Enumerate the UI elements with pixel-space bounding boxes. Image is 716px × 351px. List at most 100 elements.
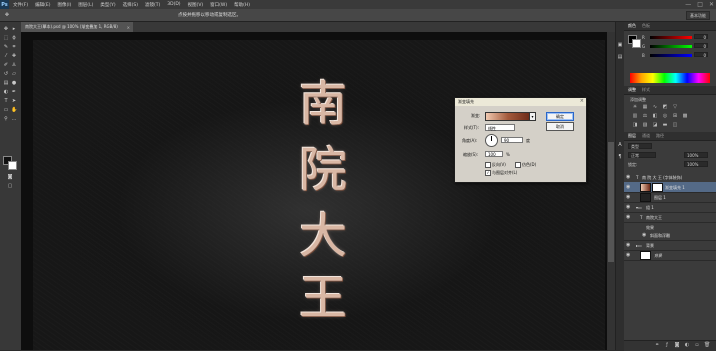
properties-panel-icon[interactable]: ▤ bbox=[617, 54, 623, 60]
maximize-icon[interactable]: □ bbox=[697, 1, 703, 8]
ok-button[interactable]: 确定 bbox=[546, 112, 574, 121]
delete-layer-icon[interactable]: 🗑 bbox=[704, 343, 710, 348]
curves-icon[interactable]: ∿ bbox=[652, 105, 658, 110]
channel-mixer-icon[interactable]: ⊞ bbox=[672, 114, 678, 119]
eyedropper-tool-icon[interactable]: ⁄ bbox=[3, 53, 9, 59]
dialog-title-bar[interactable]: 渐变填充 × bbox=[455, 98, 586, 106]
color-b-slider[interactable] bbox=[650, 54, 692, 57]
workspace-switcher[interactable]: 基本功能 bbox=[686, 11, 710, 20]
tab-adjustments[interactable]: 调整 bbox=[628, 87, 636, 93]
menu-layer[interactable]: 图层(L) bbox=[78, 2, 93, 8]
paragraph-panel-icon[interactable]: ¶ bbox=[617, 154, 623, 160]
more-tools-icon[interactable]: … bbox=[11, 116, 17, 122]
visibility-eye-icon[interactable]: ◉ bbox=[626, 194, 630, 200]
visibility-eye-icon[interactable]: ◉ bbox=[626, 252, 630, 258]
blur-tool-icon[interactable]: ● bbox=[11, 80, 17, 86]
photo-filter-icon[interactable]: ◎ bbox=[662, 114, 668, 119]
menu-file[interactable]: 文件(F) bbox=[13, 2, 28, 8]
document-tab[interactable]: 南院大王(摹本).psd @ 100% (渐变叠加 1, RGB/8) × bbox=[21, 22, 133, 32]
style-select[interactable]: 线性 bbox=[485, 124, 515, 131]
canvas-area[interactable]: 南 院 大 王 bbox=[21, 32, 607, 350]
type-tool-icon[interactable]: T bbox=[3, 98, 9, 104]
tab-layers[interactable]: 图层 bbox=[628, 133, 636, 139]
visibility-eye-icon[interactable]: ◉ bbox=[626, 214, 630, 220]
quick-select-tool-icon[interactable]: ✎ bbox=[3, 44, 9, 50]
selective-color-icon[interactable]: ◫ bbox=[672, 123, 678, 128]
tab-channels[interactable]: 通道 bbox=[642, 133, 650, 139]
black-white-icon[interactable]: ◧ bbox=[652, 114, 658, 119]
dither-checkbox[interactable] bbox=[515, 162, 521, 168]
quick-mask-icon[interactable]: ◙ bbox=[7, 174, 13, 180]
exposure-icon[interactable]: ◩ bbox=[662, 105, 668, 110]
reverse-checkbox[interactable] bbox=[485, 162, 491, 168]
marquee-tool-icon[interactable]: ⬚ bbox=[3, 35, 9, 41]
color-panel-background[interactable] bbox=[632, 39, 641, 48]
color-g-slider[interactable] bbox=[650, 45, 692, 48]
tab-swatches[interactable]: 色板 bbox=[642, 23, 650, 29]
brightness-icon[interactable]: ☀ bbox=[632, 105, 638, 110]
tab-color[interactable]: 颜色 bbox=[628, 23, 636, 29]
gradient-map-icon[interactable]: ▬ bbox=[662, 123, 668, 128]
close-icon[interactable]: ✕ bbox=[709, 1, 714, 8]
angle-dial[interactable] bbox=[485, 134, 498, 147]
posterize-icon[interactable]: ▨ bbox=[642, 123, 648, 128]
character-panel-icon[interactable]: A bbox=[617, 142, 623, 148]
gradient-tool-icon[interactable]: ▤ bbox=[3, 80, 9, 86]
crop-tool-icon[interactable]: ⌗ bbox=[11, 44, 17, 50]
fill-field[interactable]: 100% bbox=[684, 161, 708, 167]
visibility-eye-icon[interactable]: ◉ bbox=[626, 174, 630, 180]
color-r-value[interactable]: 0 bbox=[694, 34, 708, 40]
brush-tool-icon[interactable]: ✐ bbox=[3, 62, 9, 68]
layer-row[interactable]: ◉ 背景 bbox=[624, 250, 716, 261]
tab-paths[interactable]: 路径 bbox=[656, 133, 664, 139]
menu-type[interactable]: 类型(Y) bbox=[100, 2, 115, 8]
visibility-eye-icon[interactable]: ◉ bbox=[626, 204, 630, 210]
color-b-value[interactable]: 0 bbox=[694, 52, 708, 58]
dialog-close-icon[interactable]: × bbox=[580, 98, 584, 104]
menu-3d[interactable]: 3D(D) bbox=[167, 2, 180, 7]
screen-mode-icon[interactable]: ▢ bbox=[7, 183, 13, 189]
align-with-layer-checkbox[interactable]: ✓ bbox=[485, 170, 491, 176]
vertical-scrollbar[interactable] bbox=[607, 32, 615, 350]
menu-view[interactable]: 视图(V) bbox=[188, 2, 204, 8]
pen-tool-icon[interactable]: ✒ bbox=[11, 89, 17, 95]
gradient-preview-swatch[interactable] bbox=[485, 112, 531, 121]
move-tool-preset-icon[interactable]: ✥ bbox=[4, 12, 10, 18]
zoom-tool-icon[interactable]: ⚲ bbox=[3, 116, 9, 122]
scrollbar-thumb[interactable] bbox=[608, 142, 614, 262]
path-select-tool-icon[interactable]: ➤ bbox=[11, 98, 17, 104]
blend-mode-select[interactable]: 正常 bbox=[628, 152, 656, 158]
new-layer-icon[interactable]: ▫ bbox=[694, 343, 700, 348]
effect-visibility-eye-icon[interactable]: ◉ bbox=[642, 232, 646, 238]
close-tab-icon[interactable]: × bbox=[127, 25, 130, 30]
add-style-icon[interactable]: ƒ bbox=[664, 343, 670, 348]
tab-styles[interactable]: 样式 bbox=[642, 87, 650, 93]
visibility-eye-icon[interactable]: ◉ bbox=[626, 184, 630, 190]
color-g-value[interactable]: 0 bbox=[694, 43, 708, 49]
menu-edit[interactable]: 编辑(E) bbox=[35, 2, 50, 8]
background-color-swatch[interactable] bbox=[8, 161, 17, 170]
gradient-dropdown-arrow-icon[interactable]: ▾ bbox=[529, 112, 536, 121]
layer-kind-filter[interactable]: 类型 bbox=[628, 143, 652, 149]
shape-tool-icon[interactable]: ▭ bbox=[3, 107, 9, 113]
menu-help[interactable]: 帮助(H) bbox=[234, 2, 250, 8]
stamp-tool-icon[interactable]: ♙ bbox=[11, 62, 17, 68]
vibrance-icon[interactable]: ▽ bbox=[672, 105, 678, 110]
menu-image[interactable]: 图像(I) bbox=[57, 2, 71, 8]
hue-saturation-icon[interactable]: ▥ bbox=[632, 114, 638, 119]
move-tool-icon[interactable]: ✥ bbox=[3, 26, 9, 32]
menu-select[interactable]: 选择(S) bbox=[123, 2, 138, 8]
color-balance-icon[interactable]: ⚖ bbox=[642, 114, 648, 119]
invert-icon[interactable]: ◨ bbox=[632, 123, 638, 128]
color-spectrum[interactable] bbox=[630, 73, 710, 83]
new-fill-layer-icon[interactable]: ◐ bbox=[684, 343, 690, 348]
cancel-button[interactable]: 取消 bbox=[546, 122, 574, 131]
eraser-tool-icon[interactable]: ▱ bbox=[11, 71, 17, 77]
color-lookup-icon[interactable]: ▩ bbox=[682, 114, 688, 119]
hand-tool-icon[interactable]: ✋ bbox=[11, 107, 17, 113]
color-r-slider[interactable] bbox=[650, 36, 692, 39]
opacity-field[interactable]: 100% bbox=[684, 152, 708, 158]
history-panel-icon[interactable]: ▣ bbox=[617, 42, 623, 48]
levels-icon[interactable]: ▦ bbox=[642, 105, 648, 110]
angle-input[interactable]: 90 bbox=[501, 137, 523, 143]
